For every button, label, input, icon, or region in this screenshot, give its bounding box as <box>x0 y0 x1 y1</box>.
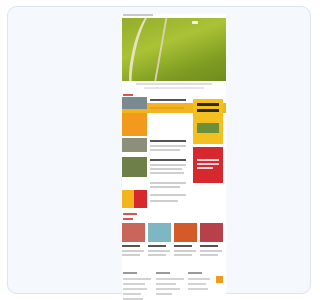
gallery-title-line <box>174 245 192 247</box>
site-title <box>123 14 153 16</box>
gallery-text-line <box>148 254 166 256</box>
gallery-text-line <box>122 254 140 256</box>
webpage-thumbnail[interactable] <box>122 14 226 300</box>
ad-text-line <box>197 163 219 165</box>
section-label <box>123 218 133 220</box>
ad-text-line <box>197 167 213 169</box>
article-text-line <box>150 194 186 196</box>
article-thumb-orange[interactable] <box>122 113 147 136</box>
article-title-line <box>150 140 186 142</box>
article-text-line <box>150 182 186 184</box>
article-thumb-3[interactable] <box>122 157 147 177</box>
article-text-line <box>150 145 186 147</box>
article-text-line <box>150 168 182 170</box>
ad-text-line <box>197 159 219 161</box>
scroll-top-button[interactable] <box>216 276 223 283</box>
article-thumb-yellow[interactable] <box>122 190 134 208</box>
section-label <box>123 213 137 215</box>
article-title-line <box>150 99 186 101</box>
article-text-line <box>150 172 184 174</box>
ad-text-line <box>197 103 219 106</box>
preview-card <box>7 6 311 300</box>
gallery-text-line <box>122 250 144 252</box>
footer-column-2 <box>156 272 184 298</box>
gallery-title-line <box>148 245 166 247</box>
gallery-thumb-1[interactable] <box>122 223 145 242</box>
ad-banner-yellow[interactable] <box>193 99 223 144</box>
ad-banner-red[interactable] <box>193 147 223 183</box>
footer-column-3 <box>188 272 216 293</box>
article-title-line <box>150 159 186 161</box>
article-thumb-2[interactable] <box>122 138 147 152</box>
article-text-line <box>150 186 180 188</box>
gallery-thumb-3[interactable] <box>174 223 197 242</box>
footer-column-1 <box>123 272 151 300</box>
gallery-text-line <box>200 254 218 256</box>
gallery-thumb-2[interactable] <box>148 223 171 242</box>
article-text-line <box>150 149 180 151</box>
hero-image <box>122 18 226 81</box>
article-text-line <box>150 200 178 202</box>
section-label <box>123 94 133 96</box>
hero-caption-line <box>136 83 212 85</box>
article-text-line <box>150 164 186 166</box>
gallery-text-line <box>200 250 222 252</box>
article-thumb-red[interactable] <box>134 190 147 208</box>
ad-text-line <box>197 109 219 112</box>
hero-house <box>192 21 198 24</box>
gallery-title-line <box>122 245 140 247</box>
gallery-text-line <box>174 250 196 252</box>
hero-road <box>124 18 169 81</box>
gallery-text-line <box>174 254 192 256</box>
gallery-thumb-4[interactable] <box>200 223 223 242</box>
gallery-text-line <box>148 250 170 252</box>
article-thumb-1[interactable] <box>122 97 147 109</box>
ad-image <box>197 123 219 133</box>
hero-caption-line-2 <box>144 87 204 89</box>
article-text-line <box>150 107 184 109</box>
gallery-title-line <box>200 245 218 247</box>
